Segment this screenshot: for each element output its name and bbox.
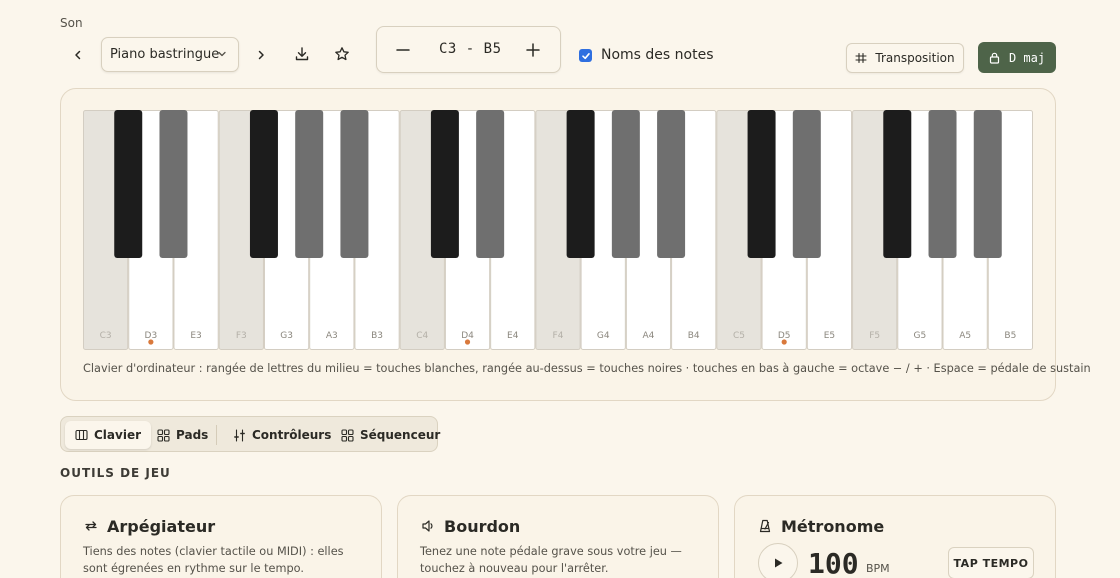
drone-description: Tenez une note pédale grave sous votre j… — [420, 545, 682, 575]
note-label: B4 — [688, 331, 700, 341]
piano-keyboard: C3 D3 E3 F3 G3 A3 B3 C4 D4 E4 F4 G4 A4 B4 C5 D5 E5 F5 G5 A5… — [83, 110, 1033, 350]
range-text: C3 - B5 — [439, 41, 502, 57]
note-label: B3 — [371, 331, 383, 341]
range-decrease-button[interactable] — [393, 40, 413, 60]
keyboard-shortcut-hint: Clavier d'ordinateur : rangée de lettres… — [83, 362, 1091, 375]
chevron-down-icon — [218, 51, 226, 57]
note-label: A5 — [959, 331, 971, 341]
note-label: C3 — [100, 331, 112, 341]
transposition-label: Transposition — [875, 51, 955, 65]
arpeggiator-description: Tiens des notes (clavier tactile ou MIDI… — [83, 545, 344, 575]
black-key[interactable] — [566, 110, 595, 258]
scale-root-dot — [464, 339, 471, 345]
metronome-title: Métronome — [781, 517, 885, 536]
note-label: F3 — [236, 331, 247, 341]
arpeggiator-card: Arpégiateur Tiens des notes (clavier tac… — [60, 495, 382, 578]
instrument-select-value: Piano bastringue — [110, 47, 220, 62]
chevron-right-icon — [258, 50, 264, 60]
bpm-value[interactable]: 100 — [808, 547, 859, 578]
tap-tempo-button[interactable]: TAP TEMPO — [948, 547, 1034, 578]
note-names-checkbox[interactable] — [579, 49, 592, 62]
sliders-icon — [234, 428, 245, 442]
instrument-select[interactable]: Piano bastringue — [101, 37, 239, 72]
note-label: G5 — [914, 331, 927, 341]
check-icon — [581, 52, 590, 59]
black-key[interactable] — [295, 110, 324, 258]
note-label: E4 — [507, 331, 519, 341]
note-names-label[interactable]: Noms des notes — [601, 47, 714, 63]
black-key[interactable] — [430, 110, 459, 258]
transpose-icon — [855, 52, 867, 64]
drone-card: Bourdon Tenez une note pédale grave sous… — [397, 495, 719, 578]
metronome-icon — [759, 519, 771, 533]
note-label: G4 — [597, 331, 610, 341]
tab-clavier[interactable]: Clavier — [65, 421, 152, 449]
note-label: E3 — [190, 331, 201, 341]
scale-root-dot — [148, 339, 154, 345]
key-lock-label: D maj — [1008, 50, 1046, 65]
black-key[interactable] — [747, 110, 776, 258]
note-label: C4 — [416, 331, 428, 341]
black-key[interactable] — [249, 110, 278, 258]
download-button[interactable] — [290, 42, 314, 66]
keyboard-icon — [75, 429, 88, 441]
black-key[interactable] — [657, 110, 686, 258]
note-label: A3 — [326, 331, 338, 341]
play-icon — [775, 558, 783, 568]
black-key[interactable] — [476, 110, 505, 258]
tab-sequenceur-label: Séquenceur — [360, 428, 441, 442]
chevron-left-icon — [75, 50, 81, 60]
grid-icon — [341, 428, 354, 442]
tab-pads-label: Pads — [176, 428, 209, 442]
star-icon — [335, 47, 349, 61]
bpm-unit: BPM — [866, 562, 890, 575]
black-key[interactable] — [883, 110, 912, 258]
minus-icon — [396, 49, 410, 51]
transposition-button[interactable]: Transposition — [846, 43, 964, 73]
tab-clavier-label: Clavier — [94, 428, 142, 442]
download-icon — [295, 47, 309, 61]
speaker-icon — [422, 520, 433, 532]
favorite-button[interactable] — [330, 42, 354, 66]
note-label: F5 — [869, 331, 880, 341]
previous-sound-button[interactable] — [66, 43, 90, 67]
note-label: G3 — [280, 331, 293, 341]
metronome-card: Métronome 100 BPM TAP TEMPO — [734, 495, 1056, 578]
note-label: B5 — [1004, 331, 1016, 341]
sound-label: Son — [60, 16, 83, 30]
arpeggiator-title: Arpégiateur — [107, 517, 216, 536]
black-key[interactable] — [159, 110, 188, 258]
tab-controleurs[interactable]: Contrôleurs — [223, 421, 341, 449]
section-title: OUTILS DE JEU — [60, 466, 171, 480]
note-label: E5 — [824, 331, 835, 341]
key-lock-button[interactable]: D maj — [978, 42, 1056, 73]
repeat-icon — [85, 521, 97, 531]
tab-pads[interactable]: Pads — [147, 421, 218, 449]
drone-title: Bourdon — [444, 517, 521, 536]
black-key[interactable] — [340, 110, 369, 258]
note-label: F4 — [553, 331, 564, 341]
tab-sequenceur[interactable]: Séquenceur — [331, 421, 450, 449]
plus-icon — [526, 43, 540, 57]
metronome-play-button[interactable] — [758, 543, 798, 578]
tab-controleurs-label: Contrôleurs — [252, 428, 332, 442]
black-key[interactable] — [928, 110, 957, 258]
note-label: C5 — [733, 331, 745, 341]
tab-separator — [216, 425, 217, 445]
piano-keys: C3 D3 E3 F3 G3 A3 B3 C4 D4 E4 F4 G4 A4 B4 C5 D5 E5 F5 G5 A5… — [83, 110, 1033, 350]
scale-root-dot — [781, 339, 787, 345]
note-label: A4 — [643, 331, 655, 341]
view-tabs: Clavier Pads Contrôleurs Séquenceur — [60, 416, 440, 452]
next-sound-button[interactable] — [249, 43, 273, 67]
black-key[interactable] — [973, 110, 1002, 258]
black-key[interactable] — [792, 110, 821, 258]
grid-icon — [157, 428, 170, 442]
octave-range-control: C3 - B5 — [376, 26, 561, 73]
black-key[interactable] — [611, 110, 640, 258]
range-increase-button[interactable] — [523, 40, 543, 60]
lock-icon — [989, 52, 1000, 64]
black-key[interactable] — [114, 110, 143, 258]
